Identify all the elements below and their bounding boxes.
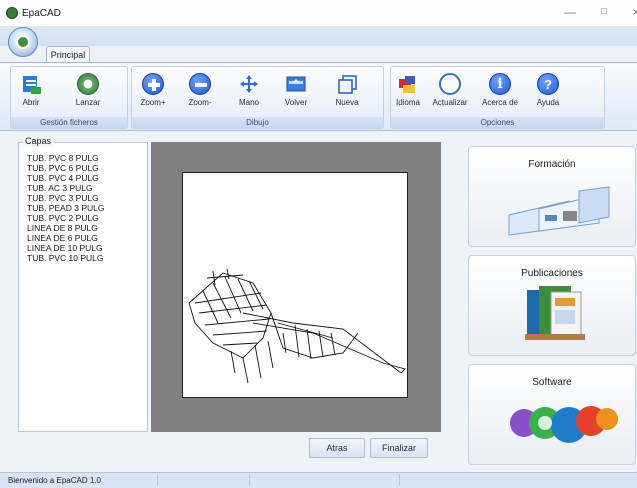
- zoom-in-button[interactable]: Zoom+: [136, 73, 170, 107]
- update-label: Actualizar: [432, 98, 468, 107]
- new-window-icon: [336, 73, 358, 95]
- status-segment: [158, 474, 250, 486]
- minimize-button[interactable]: —: [560, 6, 580, 20]
- open-button[interactable]: Abrir: [17, 73, 45, 107]
- layer-item[interactable]: TUB. PVC 8 PULG: [27, 153, 99, 163]
- language-icon: [397, 73, 419, 95]
- status-segment: [250, 474, 400, 486]
- language-button[interactable]: Idioma: [393, 73, 423, 107]
- status-text: Bienvenido a EpaCAD 1.0: [8, 476, 101, 485]
- layer-item[interactable]: TUB. PVC 2 PULG: [27, 213, 99, 223]
- card-formacion[interactable]: Formación: [468, 146, 636, 247]
- layer-item[interactable]: TUB. PVC 3 PULG: [27, 193, 99, 203]
- quick-access-bar: [0, 26, 637, 46]
- layers-legend: Capas: [23, 136, 54, 146]
- epacad-logo-icon: [6, 7, 18, 19]
- layer-item[interactable]: TUB. PVC 4 PULG: [27, 173, 99, 183]
- zoom-in-icon: [142, 73, 164, 95]
- launch-icon: [77, 73, 99, 95]
- layer-item[interactable]: TUB. AC 3 PULG: [27, 183, 93, 193]
- language-label: Idioma: [395, 98, 420, 107]
- launch-button[interactable]: Lanzar: [73, 73, 103, 107]
- app-orb-icon: [16, 35, 30, 49]
- close-button[interactable]: ×: [626, 6, 637, 20]
- training-slides-icon: [508, 186, 610, 236]
- zoom-out-button[interactable]: Zoom-: [184, 73, 216, 107]
- open-file-icon: [20, 73, 42, 95]
- back-view-label: Volver: [284, 98, 308, 107]
- group-label: Dibujo: [132, 117, 383, 128]
- help-button[interactable]: ? Ayuda: [531, 73, 565, 107]
- back-view-icon: [285, 73, 307, 95]
- main-window: EpaCAD — □ × Principal Abrir Lanzar Gest…: [0, 0, 637, 488]
- finish-button[interactable]: Finalizar: [370, 438, 428, 458]
- layer-item[interactable]: TUB. PVC 10 PULG: [27, 253, 104, 263]
- zoom-out-icon: [189, 73, 211, 95]
- launch-label: Lanzar: [75, 98, 101, 107]
- layer-item[interactable]: TUB. PVC 6 PULG: [27, 163, 99, 173]
- help-label: Ayuda: [536, 98, 560, 107]
- help-icon: ?: [537, 73, 559, 95]
- layer-item[interactable]: LINEA DE 6 PULG: [27, 233, 98, 243]
- zoom-out-label: Zoom-: [188, 98, 212, 107]
- group-gestion-ficheros: Abrir Lanzar Gestión ficheros: [10, 66, 128, 129]
- back-button[interactable]: Atras: [309, 438, 365, 458]
- publications-books-icon: [525, 286, 585, 340]
- window-title: EpaCAD: [22, 8, 61, 19]
- group-dibujo: Zoom+ Zoom- Mano Volver Nueva Dibujo: [131, 66, 384, 129]
- group-label: Opciones: [391, 117, 604, 128]
- pan-arrows-icon: [238, 73, 260, 95]
- layer-item[interactable]: LINEA DE 10 PULG: [27, 243, 103, 253]
- group-opciones: Idioma Actualizar i Acerca de ? Ayuda Op…: [390, 66, 605, 129]
- new-window-button[interactable]: Nueva: [331, 73, 363, 107]
- pan-label: Mano: [238, 98, 259, 107]
- update-icon: [439, 73, 461, 95]
- pipe-network-drawing: [188, 268, 406, 384]
- layer-item[interactable]: TUB. PEAD 3 PULG: [27, 203, 104, 213]
- new-window-label: Nueva: [335, 98, 359, 107]
- layers-panel: Capas TUB. PVC 8 PULG TUB. PVC 6 PULG TU…: [18, 136, 148, 432]
- update-button[interactable]: Actualizar: [429, 73, 471, 107]
- back-view-button[interactable]: Volver: [280, 73, 312, 107]
- about-info-icon: i: [489, 73, 511, 95]
- software-spheres-icon: [510, 406, 618, 443]
- card-software[interactable]: Software: [468, 364, 636, 465]
- tab-principal[interactable]: Principal: [46, 46, 90, 63]
- drawing-paper[interactable]: [182, 172, 408, 398]
- card-publicaciones[interactable]: Publicaciones: [468, 255, 636, 356]
- application-menu-button[interactable]: [8, 27, 38, 57]
- title-bar: EpaCAD — □ ×: [0, 0, 637, 26]
- about-button[interactable]: i Acerca de: [477, 73, 523, 107]
- open-label: Abrir: [22, 98, 40, 107]
- group-label: Gestión ficheros: [11, 117, 127, 128]
- about-label: Acerca de: [481, 98, 519, 107]
- zoom-in-label: Zoom+: [140, 98, 166, 107]
- pan-button[interactable]: Mano: [234, 73, 264, 107]
- layer-item[interactable]: LINEA DE 8 PULG: [27, 223, 98, 233]
- maximize-button[interactable]: □: [594, 6, 614, 20]
